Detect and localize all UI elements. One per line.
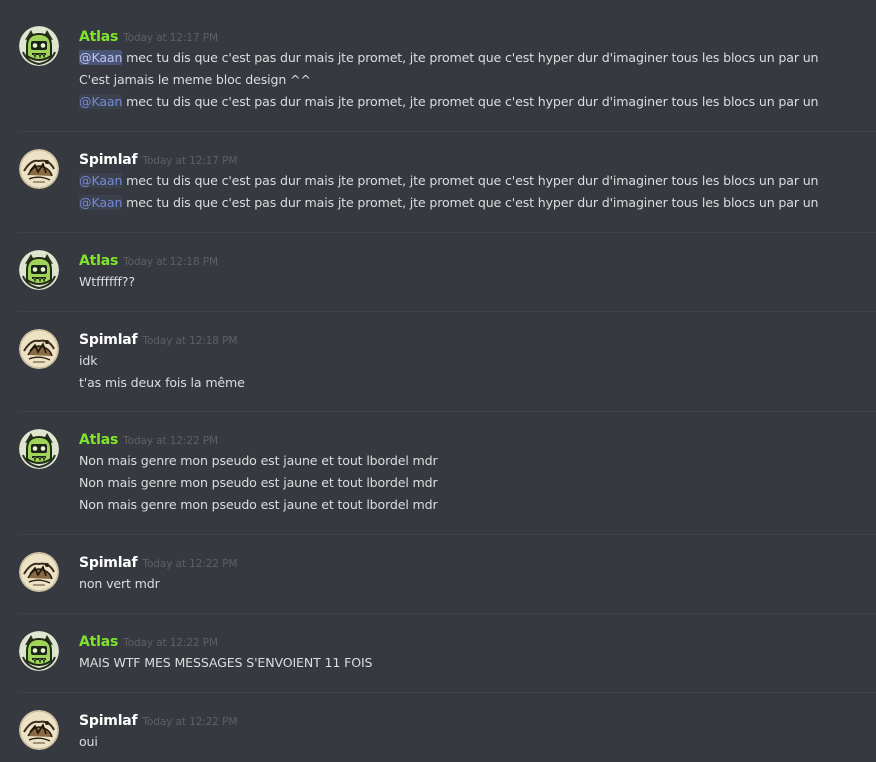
sketch-avatar-icon bbox=[19, 149, 59, 189]
message-line: @Kaan mec tu dis que c'est pas dur mais … bbox=[79, 170, 819, 192]
sketch-avatar-icon bbox=[19, 552, 59, 592]
message-line: @Kaan mec tu dis que c'est pas dur mais … bbox=[79, 91, 819, 113]
avatar[interactable] bbox=[19, 329, 59, 369]
message-line: @Kaan mec tu dis que c'est pas dur mais … bbox=[79, 192, 819, 214]
avatar[interactable] bbox=[19, 552, 59, 592]
message-text: MAIS WTF MES MESSAGES S'ENVOIENT 11 FOIS bbox=[79, 655, 373, 670]
avatar[interactable] bbox=[19, 26, 59, 66]
green-monster-avatar-icon bbox=[19, 250, 59, 290]
message-header: Atlas Today at 12:22 PM bbox=[79, 631, 218, 651]
avatar[interactable] bbox=[19, 710, 59, 750]
sketch-avatar-icon bbox=[19, 329, 59, 369]
message-group: Atlas Today at 12:22 PM Non mais genre mon… bbox=[0, 411, 876, 534]
message-text: idk bbox=[79, 353, 98, 368]
message-line: non vert mdr bbox=[79, 573, 160, 595]
message-line: MAIS WTF MES MESSAGES S'ENVOIENT 11 FOIS bbox=[79, 652, 373, 674]
message-line: idk bbox=[79, 350, 97, 372]
timestamp: Today at 12:22 PM bbox=[142, 558, 238, 570]
message-line: Non mais genre mon pseudo est jaune et t… bbox=[79, 494, 438, 516]
message-text: Non mais genre mon pseudo est jaune et t… bbox=[79, 475, 438, 490]
message-text: Non mais genre mon pseudo est jaune et t… bbox=[79, 497, 438, 512]
message-header: Atlas Today at 12:22 PM bbox=[79, 429, 218, 449]
username[interactable]: Atlas bbox=[79, 432, 118, 448]
message-line: Non mais genre mon pseudo est jaune et t… bbox=[79, 472, 438, 494]
user-mention[interactable]: @Kaan bbox=[79, 94, 122, 109]
green-monster-avatar-icon bbox=[19, 429, 59, 469]
avatar[interactable] bbox=[19, 250, 59, 290]
message-line: Non mais genre mon pseudo est jaune et t… bbox=[79, 450, 438, 472]
message-text: Non mais genre mon pseudo est jaune et t… bbox=[79, 453, 438, 468]
chat-messages-pane: Atlas Today at 12:17 PM @Kaan mec tu dis q… bbox=[0, 0, 876, 762]
message-header: Atlas Today at 12:17 PM bbox=[79, 26, 218, 46]
user-mention[interactable]: @Kaan bbox=[79, 195, 122, 210]
message-header: Spimlaf Today at 12:18 PM bbox=[79, 329, 237, 349]
avatar[interactable] bbox=[19, 429, 59, 469]
message-group: Atlas Today at 12:17 PM @Kaan mec tu dis q… bbox=[0, 8, 876, 131]
user-mention[interactable]: @Kaan bbox=[79, 50, 122, 65]
timestamp: Today at 12:18 PM bbox=[142, 335, 238, 347]
message-group: Spimlaf Today at 12:17 PM @Kaan mec tu dis… bbox=[0, 131, 876, 232]
message-group: Spimlaf Today at 12:18 PM idk t'as mis deux… bbox=[0, 311, 876, 411]
message-header: Spimlaf Today at 12:22 PM bbox=[79, 552, 237, 572]
timestamp: Today at 12:17 PM bbox=[123, 32, 218, 44]
message-text: mec tu dis que c'est pas dur mais jte pr… bbox=[122, 173, 819, 188]
timestamp: Today at 12:22 PM bbox=[142, 716, 238, 728]
sketch-avatar-icon bbox=[19, 710, 59, 750]
username[interactable]: Spimlaf bbox=[79, 713, 138, 729]
timestamp: Today at 12:22 PM bbox=[123, 435, 218, 447]
timestamp: Today at 12:18 PM bbox=[123, 256, 218, 268]
username[interactable]: Atlas bbox=[79, 253, 118, 269]
message-header: Spimlaf Today at 12:17 PM bbox=[79, 149, 237, 169]
message-header: Atlas Today at 12:18 PM bbox=[79, 250, 218, 270]
message-text: C'est jamais le meme bloc design ^^ bbox=[79, 72, 311, 87]
avatar[interactable] bbox=[19, 149, 59, 189]
message-line: Wtffffff?? bbox=[79, 271, 135, 293]
message-group: Atlas Today at 12:18 PM Wtffffff?? bbox=[0, 232, 876, 311]
message-text: non vert mdr bbox=[79, 576, 160, 591]
username[interactable]: Spimlaf bbox=[79, 332, 138, 348]
message-text: Wtffffff?? bbox=[79, 274, 135, 289]
message-group: Atlas Today at 12:22 PM MAIS WTF MES MESSA… bbox=[0, 613, 876, 692]
message-header: Spimlaf Today at 12:22 PM bbox=[79, 710, 237, 730]
message-text: oui bbox=[79, 734, 98, 749]
green-monster-avatar-icon bbox=[19, 26, 59, 66]
message-line: @Kaan mec tu dis que c'est pas dur mais … bbox=[79, 47, 819, 69]
message-line: oui bbox=[79, 731, 98, 753]
message-group: Spimlaf Today at 12:22 PM non vert mdr bbox=[0, 534, 876, 613]
message-group: Spimlaf Today at 12:22 PM oui bbox=[0, 692, 876, 762]
username[interactable]: Spimlaf bbox=[79, 152, 138, 168]
message-line: t'as mis deux fois la même bbox=[79, 372, 245, 394]
username[interactable]: Spimlaf bbox=[79, 555, 138, 571]
username[interactable]: Atlas bbox=[79, 29, 118, 45]
green-monster-avatar-icon bbox=[19, 631, 59, 671]
message-text: mec tu dis que c'est pas dur mais jte pr… bbox=[122, 94, 819, 109]
message-text: mec tu dis que c'est pas dur mais jte pr… bbox=[122, 195, 819, 210]
message-text: mec tu dis que c'est pas dur mais jte pr… bbox=[122, 50, 819, 65]
message-text: t'as mis deux fois la même bbox=[79, 375, 245, 390]
timestamp: Today at 12:22 PM bbox=[123, 637, 218, 649]
timestamp: Today at 12:17 PM bbox=[142, 155, 238, 167]
username[interactable]: Atlas bbox=[79, 634, 118, 650]
avatar[interactable] bbox=[19, 631, 59, 671]
user-mention[interactable]: @Kaan bbox=[79, 173, 122, 188]
message-line: C'est jamais le meme bloc design ^^ bbox=[79, 69, 311, 91]
